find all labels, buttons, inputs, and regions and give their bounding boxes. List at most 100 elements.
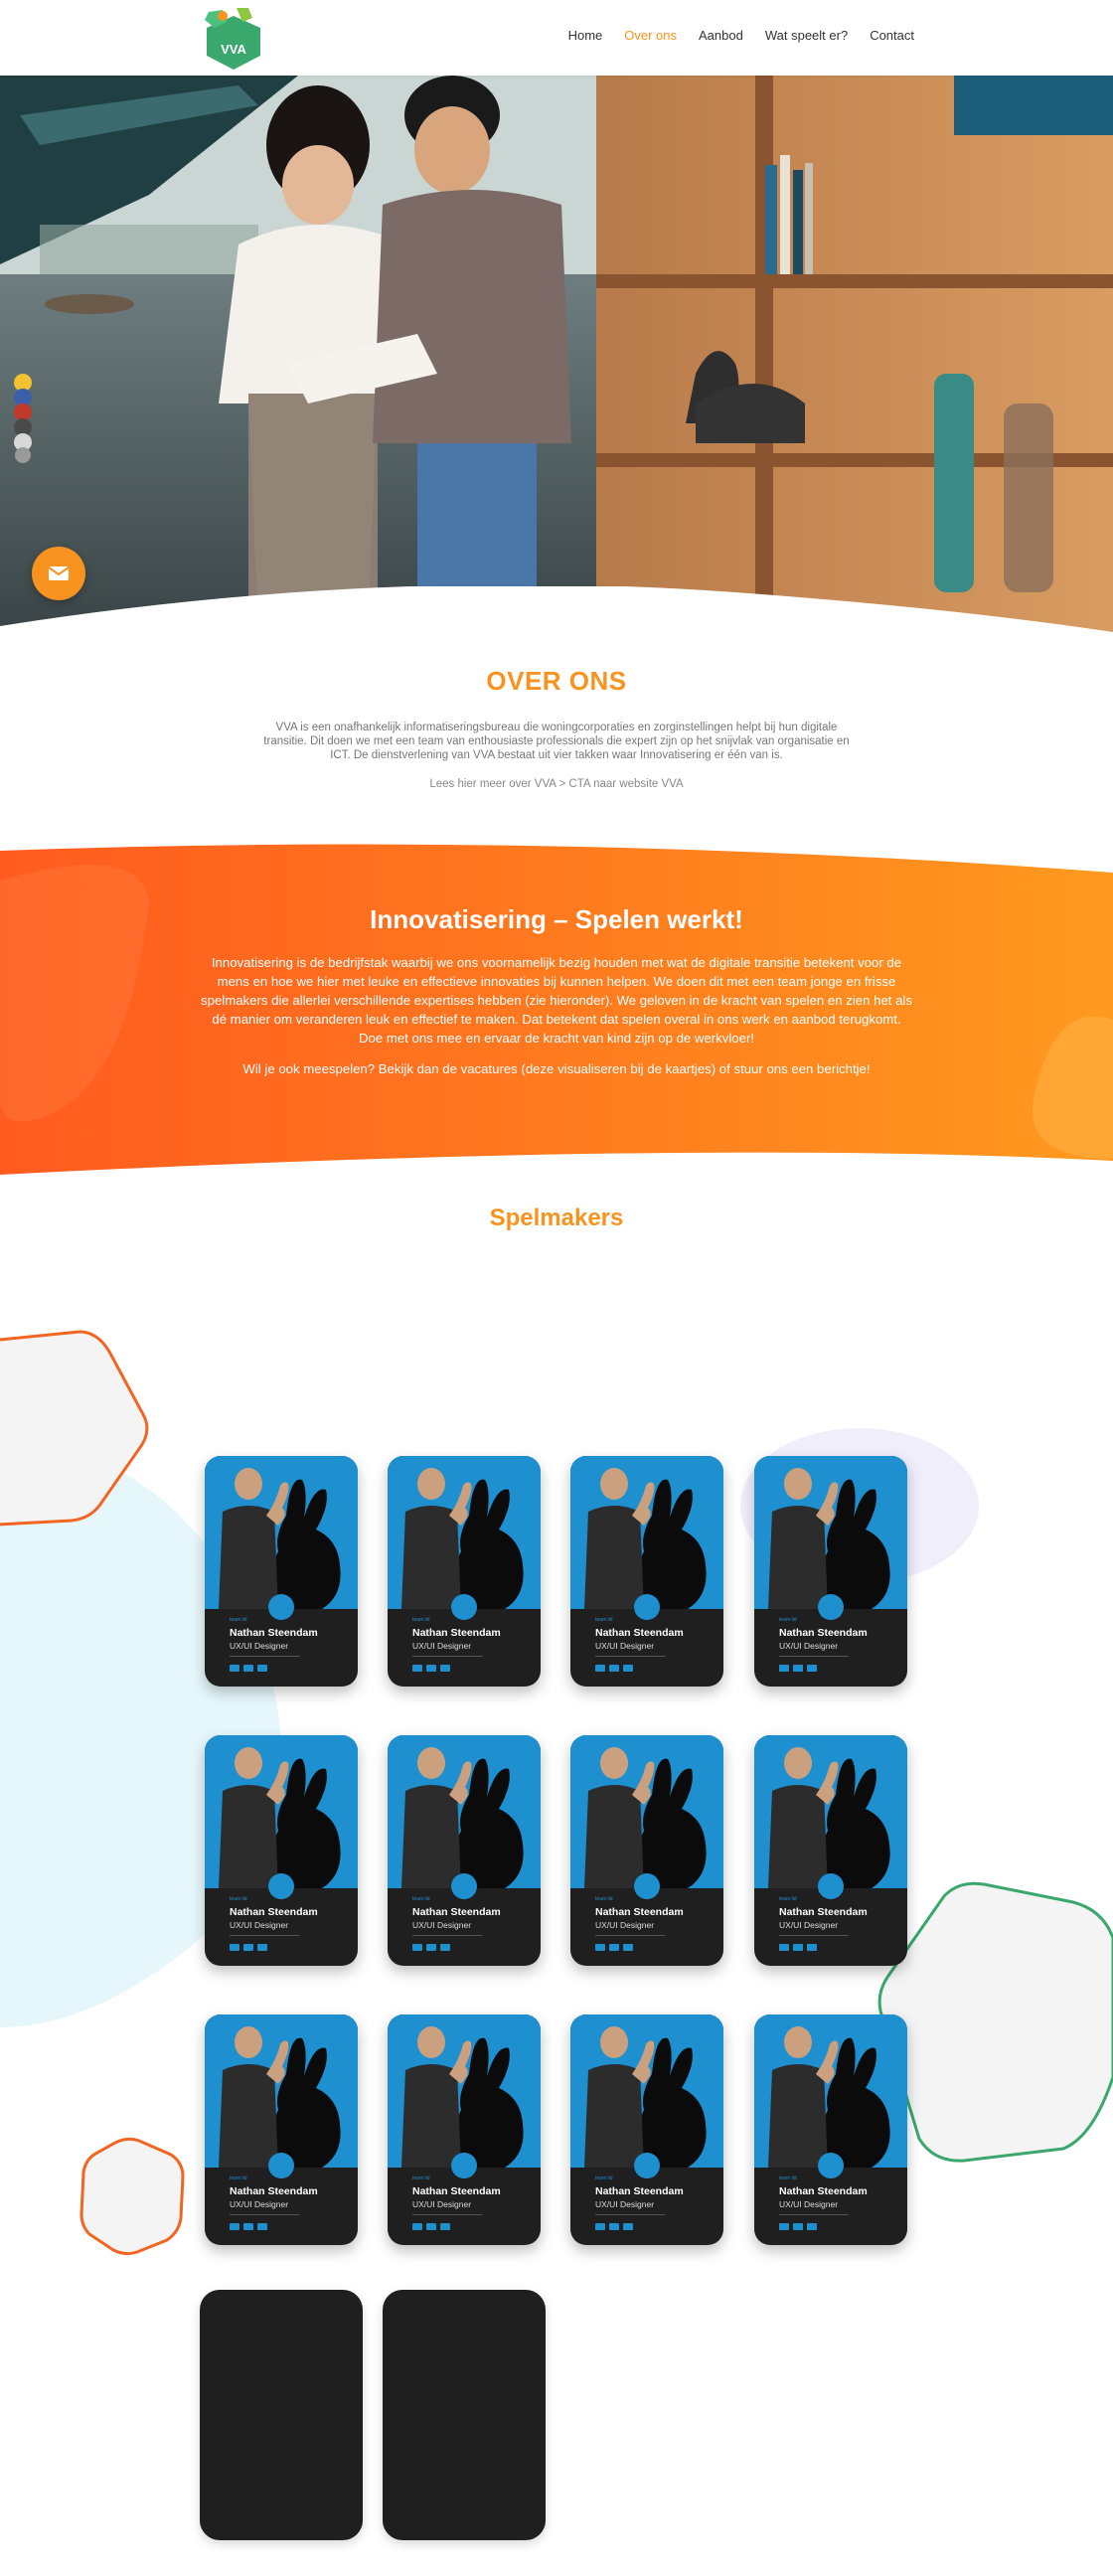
team-member-card[interactable]: team lid Nathan Steendam UX/UI Designer [205,2014,358,2245]
linkedin-icon[interactable] [807,2223,817,2230]
linkedin-icon[interactable] [793,2223,803,2230]
team-title: Spelmakers [489,1205,624,1231]
social-links [230,1944,339,1951]
innovation-body: Innovatisering is de bedrijfstak waarbij… [201,955,912,1046]
linkedin-icon[interactable] [440,1665,450,1672]
team-member-role: UX/UI Designer [230,1920,289,1930]
team-member-name: Nathan Steendam [595,1906,684,1918]
team-member-card[interactable]: team lid Nathan Steendam UX/UI Designer [205,1735,358,1966]
linkedin-icon[interactable] [609,1665,619,1672]
linkedin-icon[interactable] [623,1944,633,1951]
social-links [779,1944,888,1951]
linkedin-icon[interactable] [440,1944,450,1951]
team-member-role: UX/UI Designer [595,1641,655,1651]
linkedin-icon[interactable] [807,1665,817,1672]
linkedin-icon[interactable] [426,2223,436,2230]
linkedin-icon[interactable] [243,2223,253,2230]
contact-mail-button[interactable] [32,547,85,600]
placeholder-card [383,2290,546,2540]
linkedin-icon[interactable] [243,1944,253,1951]
social-links [779,1665,888,1672]
team-member-role: UX/UI Designer [230,1641,289,1651]
team-member-photo [388,1735,541,1888]
vva-logo[interactable]: VVA [197,6,270,76]
team-member-card[interactable]: team lid Nathan Steendam UX/UI Designer [388,2014,541,2245]
team-member-name: Nathan Steendam [595,1627,684,1639]
team-member-name: Nathan Steendam [230,1627,318,1639]
team-member-card[interactable]: team lid Nathan Steendam UX/UI Designer [570,1735,723,1966]
linkedin-icon[interactable] [412,1944,422,1951]
social-links [412,2223,522,2230]
team-member-card[interactable]: team lid Nathan Steendam UX/UI Designer [570,1456,723,1687]
team-member-photo [205,1456,358,1609]
team-member-tag: team lid [412,1896,430,1902]
team-member-tag: team lid [230,2175,247,2181]
linkedin-icon[interactable] [595,2223,605,2230]
about-link[interactable]: Lees hier meer over VVA > CTA naar websi… [0,778,1113,790]
linkedin-icon[interactable] [609,1944,619,1951]
linkedin-icon[interactable] [412,2223,422,2230]
linkedin-icon[interactable] [426,1665,436,1672]
team-member-photo [754,1735,907,1888]
team-member-card[interactable]: team lid Nathan Steendam UX/UI Designer [754,1735,907,1966]
team-member-card[interactable]: team lid Nathan Steendam UX/UI Designer [570,2014,723,2245]
social-links [412,1944,522,1951]
linkedin-icon[interactable] [230,2223,239,2230]
team-member-card[interactable]: team lid Nathan Steendam UX/UI Designer [388,1735,541,1966]
divider [230,1656,299,1657]
innovation-section: Innovatisering – Spelen werkt! Innovatis… [0,904,1113,1078]
linkedin-icon[interactable] [779,2223,789,2230]
linkedin-icon[interactable] [807,1944,817,1951]
social-links [412,1665,522,1672]
nav-wat-speelt-er[interactable]: Wat speelt er? [765,28,848,43]
linkedin-icon[interactable] [793,1944,803,1951]
team-member-role: UX/UI Designer [595,2199,655,2209]
divider [779,1935,849,1936]
team-member-role: UX/UI Designer [412,2199,472,2209]
innovation-cta[interactable]: Wil je ook meespelen? Bekijk dan de vaca… [199,1059,914,1078]
linkedin-icon[interactable] [257,1665,267,1672]
envelope-icon [48,566,70,580]
team-member-name: Nathan Steendam [230,2185,318,2197]
team-member-tag: team lid [779,1617,797,1623]
hero-wave-divider [0,586,1113,646]
linkedin-icon[interactable] [412,1665,422,1672]
linkedin-icon[interactable] [243,1665,253,1672]
linkedin-icon[interactable] [230,1944,239,1951]
team-member-photo [754,2014,907,2168]
linkedin-icon[interactable] [257,2223,267,2230]
team-member-card[interactable]: team lid Nathan Steendam UX/UI Designer [754,1456,907,1687]
nav-over-ons[interactable]: Over ons [624,28,677,43]
team-member-card[interactable]: team lid Nathan Steendam UX/UI Designer [388,1456,541,1687]
linkedin-icon[interactable] [595,1944,605,1951]
team-member-tag: team lid [230,1896,247,1902]
linkedin-icon[interactable] [623,2223,633,2230]
linkedin-icon[interactable] [426,1944,436,1951]
about-body: VVA is een onafhankelijk informatisering… [263,722,850,761]
linkedin-icon[interactable] [793,1665,803,1672]
team-member-role: UX/UI Designer [412,1641,472,1651]
team-member-photo [388,1456,541,1609]
team-member-tag: team lid [595,1617,613,1623]
nav-contact[interactable]: Contact [870,28,914,43]
linkedin-icon[interactable] [779,1944,789,1951]
linkedin-icon[interactable] [779,1665,789,1672]
placeholder-card [200,2290,363,2540]
team-member-photo [570,1735,723,1888]
linkedin-icon[interactable] [440,2223,450,2230]
divider [595,1935,665,1936]
team-member-tag: team lid [412,2175,430,2181]
team-member-card[interactable]: team lid Nathan Steendam UX/UI Designer [205,1456,358,1687]
linkedin-icon[interactable] [623,1665,633,1672]
linkedin-icon[interactable] [257,1944,267,1951]
social-links [595,1665,705,1672]
nav-aanbod[interactable]: Aanbod [699,28,743,43]
linkedin-icon[interactable] [230,1665,239,1672]
team-member-role: UX/UI Designer [595,1920,655,1930]
linkedin-icon[interactable] [609,2223,619,2230]
linkedin-icon[interactable] [595,1665,605,1672]
team-member-role: UX/UI Designer [412,1920,472,1930]
nav-home[interactable]: Home [568,28,603,43]
team-member-role: UX/UI Designer [779,1920,839,1930]
team-member-card[interactable]: team lid Nathan Steendam UX/UI Designer [754,2014,907,2245]
